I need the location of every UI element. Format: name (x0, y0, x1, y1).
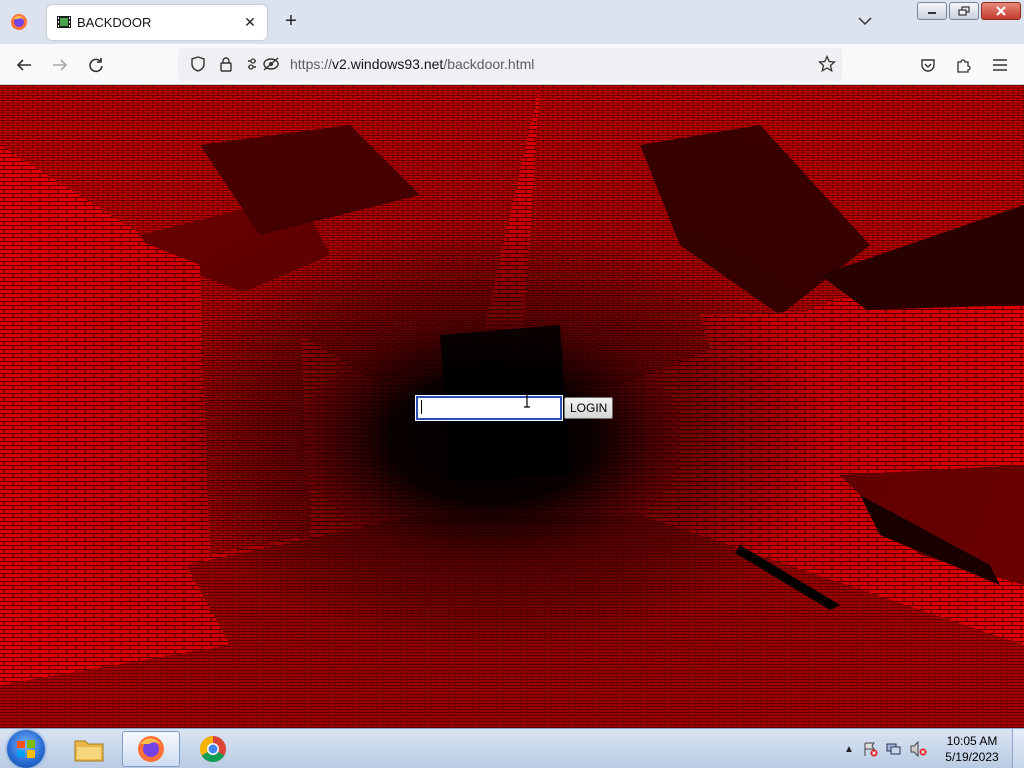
volume-muted-icon[interactable] (910, 741, 928, 757)
taskbar-firefox[interactable] (122, 731, 180, 767)
lock-icon[interactable] (214, 52, 238, 76)
taskbar: ▲ 10:05 AM 5/19/2023 (0, 728, 1024, 768)
show-desktop-button[interactable] (1012, 729, 1024, 768)
shield-icon[interactable] (186, 52, 210, 76)
restore-button[interactable] (949, 2, 979, 20)
text-caret (421, 400, 422, 414)
permissions-icon[interactable] (244, 52, 284, 76)
tab-title: BACKDOOR (77, 15, 152, 30)
firefox-menu-icon[interactable] (8, 11, 30, 33)
clock-date: 5/19/2023 (945, 750, 999, 764)
backdoor-page: LOGIN (0, 85, 1024, 728)
login-form: LOGIN (415, 394, 614, 421)
back-icon[interactable] (12, 53, 36, 77)
start-button[interactable] (7, 730, 45, 768)
login-button[interactable]: LOGIN (564, 396, 614, 419)
tab-backdoor[interactable]: BACKDOOR ✕ (47, 5, 267, 40)
navigation-toolbar: https://v2.windows93.net/backdoor.html (0, 44, 1024, 85)
hamburger-icon[interactable] (988, 53, 1012, 77)
url-bar[interactable]: https://v2.windows93.net/backdoor.html (178, 48, 842, 81)
url-text: https://v2.windows93.net/backdoor.html (290, 56, 535, 72)
action-center-flag-icon[interactable] (862, 741, 878, 757)
tab-strip: BACKDOOR ✕ + (0, 0, 1024, 44)
windows-logo-icon (17, 740, 35, 758)
taskbar-chrome[interactable] (184, 731, 242, 767)
firefox-icon (138, 736, 164, 762)
close-icon[interactable]: ✕ (241, 13, 259, 31)
window-controls (917, 2, 1021, 20)
film-icon (56, 14, 72, 30)
minimize-button[interactable] (917, 2, 947, 20)
taskbar-file-explorer[interactable] (60, 731, 118, 767)
system-tray: ▲ (844, 739, 928, 759)
network-icon[interactable] (886, 741, 902, 757)
star-icon[interactable] (815, 52, 839, 76)
folder-icon (74, 740, 104, 762)
clock-time: 10:05 AM (946, 734, 998, 748)
extensions-icon[interactable] (952, 53, 976, 77)
password-input[interactable] (415, 394, 563, 421)
forward-icon[interactable] (48, 53, 72, 77)
chrome-icon (199, 735, 226, 763)
clock[interactable]: 10:05 AM 5/19/2023 (940, 733, 1004, 765)
ibeam-cursor-icon (522, 392, 532, 408)
close-window-button[interactable] (981, 2, 1021, 20)
chevron-down-icon[interactable] (856, 12, 874, 30)
pocket-icon[interactable] (916, 53, 940, 77)
plus-icon[interactable]: + (280, 11, 302, 33)
reload-icon[interactable] (84, 53, 108, 77)
show-hidden-icons-icon[interactable]: ▲ (844, 744, 854, 755)
